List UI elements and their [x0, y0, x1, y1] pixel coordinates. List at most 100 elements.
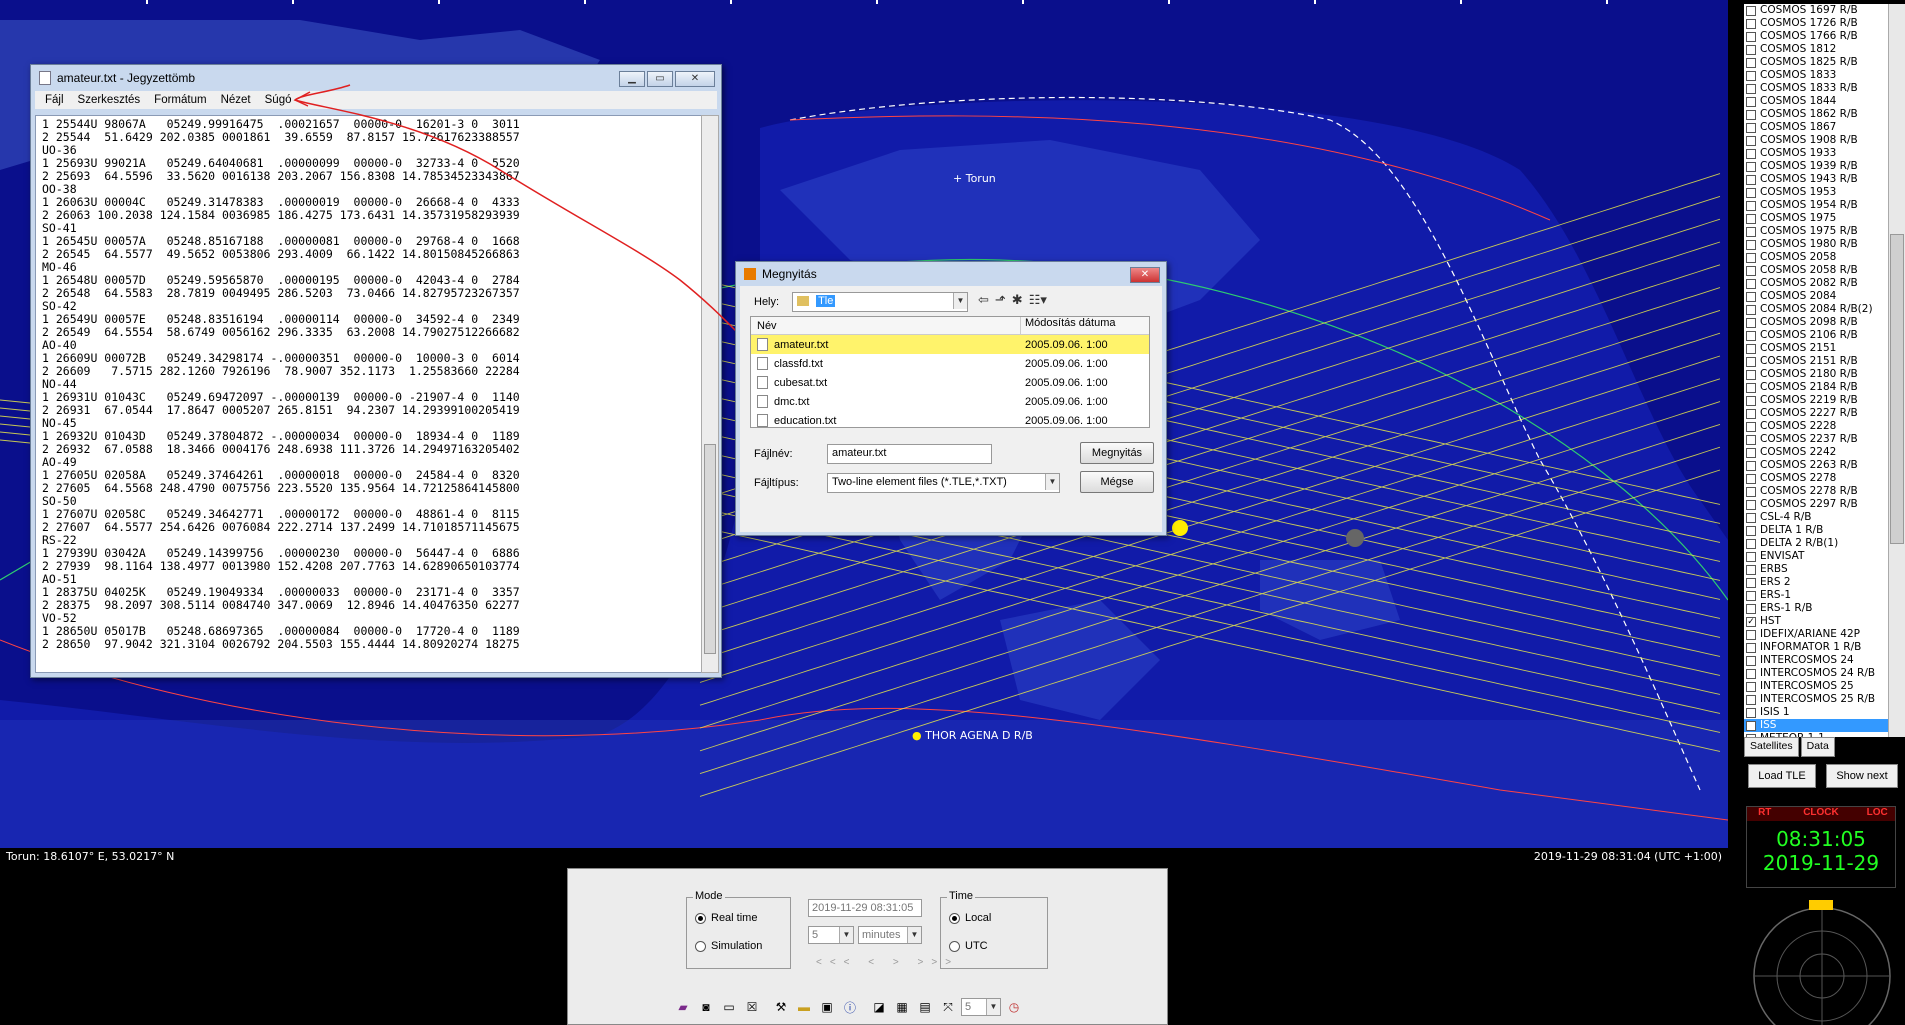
- satellite-checkbox[interactable]: [1746, 239, 1756, 250]
- datetime-input[interactable]: 2019-11-29 08:31:05: [808, 899, 922, 917]
- real-time-option[interactable]: Real time: [695, 912, 757, 924]
- simulation-option[interactable]: Simulation: [695, 940, 762, 952]
- utc-option[interactable]: UTC: [949, 940, 988, 952]
- satellite-checkbox[interactable]: [1746, 564, 1756, 575]
- satellite-checkbox[interactable]: [1746, 174, 1756, 185]
- show-next-button[interactable]: Show next: [1826, 764, 1898, 788]
- file-row[interactable]: amateur.txt 2005.09.06. 1:00: [751, 335, 1149, 354]
- chevron-down-icon[interactable]: ▼: [1045, 474, 1059, 490]
- filetype-select[interactable]: Two-line element files (*.TLE,*.TXT) ▼: [827, 473, 1060, 493]
- tab-data[interactable]: Data: [1800, 737, 1835, 757]
- satellite-checkbox[interactable]: [1746, 200, 1756, 211]
- satellite-checkbox[interactable]: [1746, 31, 1756, 42]
- satellite-item[interactable]: INFORMATOR 1 R/B: [1744, 641, 1888, 654]
- satellite-checkbox[interactable]: [1746, 486, 1756, 497]
- satellite-checkbox[interactable]: [1746, 161, 1756, 172]
- camera-icon[interactable]: ◙: [696, 997, 716, 1017]
- close-window-icon[interactable]: ☒: [742, 997, 762, 1017]
- satellite-checkbox[interactable]: [1746, 343, 1756, 354]
- satellite-checkbox[interactable]: ✓: [1746, 720, 1756, 731]
- view-menu-icon[interactable]: ☷▾: [1029, 292, 1047, 308]
- satellite-item[interactable]: COSMOS 1975: [1744, 212, 1888, 225]
- satellite-item[interactable]: COSMOS 1943 R/B: [1744, 173, 1888, 186]
- satellite-checkbox[interactable]: [1746, 473, 1756, 484]
- satellite-item[interactable]: COSMOS 1825 R/B: [1744, 56, 1888, 69]
- chevron-down-icon[interactable]: ▼: [953, 293, 967, 309]
- satellite-item[interactable]: DELTA 1 R/B: [1744, 524, 1888, 537]
- satellite-item[interactable]: COSMOS 2084: [1744, 290, 1888, 303]
- tools-icon[interactable]: ⚒: [771, 997, 791, 1017]
- satellite-item[interactable]: COSMOS 2297 R/B: [1744, 498, 1888, 511]
- satellite-list-scrollbar[interactable]: [1888, 4, 1905, 737]
- satellite-item[interactable]: ERBS: [1744, 563, 1888, 576]
- satellite-checkbox[interactable]: [1746, 356, 1756, 367]
- satellite-item[interactable]: COSMOS 2180 R/B: [1744, 368, 1888, 381]
- clock-indicator[interactable]: CLOCK: [1783, 807, 1860, 821]
- real-time-radio[interactable]: [695, 912, 706, 924]
- dialog-titlebar[interactable]: Megnyitás: [736, 262, 1166, 286]
- file-list[interactable]: Név Módosítás dátuma amateur.txt 2005.09.…: [750, 316, 1150, 428]
- satellite-checkbox[interactable]: [1746, 330, 1756, 341]
- satellite-item[interactable]: COSMOS 1833: [1744, 69, 1888, 82]
- satellite-checkbox[interactable]: [1746, 603, 1756, 614]
- satellite-checkbox[interactable]: [1746, 590, 1756, 601]
- location-combo[interactable]: Tle ▼: [792, 292, 968, 312]
- satellite-item[interactable]: COSMOS 1844: [1744, 95, 1888, 108]
- window-icon[interactable]: ▤: [915, 997, 935, 1017]
- file-row[interactable]: classfd.txt 2005.09.06. 1:00: [751, 354, 1149, 373]
- satellite-checkbox[interactable]: [1746, 525, 1756, 536]
- satellite-item[interactable]: COSMOS 1933: [1744, 147, 1888, 160]
- satellite-item[interactable]: COSMOS 2242: [1744, 446, 1888, 459]
- satellite-checkbox[interactable]: [1746, 499, 1756, 510]
- satellite-item[interactable]: COSMOS 1867: [1744, 121, 1888, 134]
- satellite-checkbox[interactable]: [1746, 96, 1756, 107]
- chevron-down-icon[interactable]: ▼: [986, 999, 1000, 1015]
- satellite-item[interactable]: COSMOS 1812: [1744, 43, 1888, 56]
- satellite-checkbox[interactable]: [1746, 681, 1756, 692]
- new-folder-icon[interactable]: ✱: [1012, 292, 1023, 308]
- satellite-checkbox[interactable]: [1746, 694, 1756, 705]
- satellite-item[interactable]: COSMOS 2151 R/B: [1744, 355, 1888, 368]
- satellite-checkbox[interactable]: [1746, 70, 1756, 81]
- satellite-item[interactable]: COSMOS 2184 R/B: [1744, 381, 1888, 394]
- satellite-item[interactable]: COSMOS 2098 R/B: [1744, 316, 1888, 329]
- tab-satellites[interactable]: Satellites: [1744, 737, 1799, 757]
- satellite-item[interactable]: ✓ HST: [1744, 615, 1888, 628]
- satellite-checkbox[interactable]: [1746, 512, 1756, 523]
- sim-nav-arrows[interactable]: <<< < > >>>: [816, 957, 959, 968]
- satellite-item[interactable]: COSMOS 2106 R/B: [1744, 329, 1888, 342]
- step-input[interactable]: 5 ▼: [808, 926, 854, 944]
- satellite-checkbox[interactable]: [1746, 83, 1756, 94]
- satellite-item[interactable]: COSMOS 1833 R/B: [1744, 82, 1888, 95]
- chevron-down-icon[interactable]: ▼: [839, 927, 853, 943]
- satellite-checkbox[interactable]: [1746, 655, 1756, 666]
- up-folder-icon[interactable]: ⬏: [995, 292, 1006, 308]
- satellite-checkbox[interactable]: [1746, 395, 1756, 406]
- satellite-checkbox[interactable]: [1746, 304, 1756, 315]
- satellite-item[interactable]: COSMOS 2278: [1744, 472, 1888, 485]
- satellite-checkbox[interactable]: [1746, 434, 1756, 445]
- back-icon[interactable]: ⇦: [978, 292, 989, 308]
- satellite-item[interactable]: COSMOS 1954 R/B: [1744, 199, 1888, 212]
- local-option[interactable]: Local: [949, 912, 991, 924]
- satellite-checkbox[interactable]: [1746, 317, 1756, 328]
- satellite-item[interactable]: COSMOS 2084 R/B(2): [1744, 303, 1888, 316]
- satellite-checkbox[interactable]: [1746, 382, 1756, 393]
- satellite-checkbox[interactable]: [1746, 18, 1756, 29]
- col-name[interactable]: Név: [751, 317, 1021, 334]
- satellite-item[interactable]: CSL-4 R/B: [1744, 511, 1888, 524]
- satellite-item[interactable]: ✓ ISS: [1744, 719, 1888, 732]
- utc-radio[interactable]: [949, 940, 960, 952]
- satellite-checkbox[interactable]: [1746, 577, 1756, 588]
- satellite-item[interactable]: COSMOS 1975 R/B: [1744, 225, 1888, 238]
- satellite-checkbox[interactable]: [1746, 460, 1756, 471]
- satellite-item[interactable]: COSMOS 2151: [1744, 342, 1888, 355]
- satellite-item[interactable]: DELTA 2 R/B(1): [1744, 537, 1888, 550]
- satellite-item[interactable]: COSMOS 1980 R/B: [1744, 238, 1888, 251]
- satellite-item[interactable]: COSMOS 1726 R/B: [1744, 17, 1888, 30]
- satellite-item[interactable]: COSMOS 2058: [1744, 251, 1888, 264]
- satellite-checkbox[interactable]: [1746, 213, 1756, 224]
- file-row[interactable]: dmc.txt 2005.09.06. 1:00: [751, 392, 1149, 411]
- satellite-checkbox[interactable]: [1746, 291, 1756, 302]
- satellite-checkbox[interactable]: [1746, 447, 1756, 458]
